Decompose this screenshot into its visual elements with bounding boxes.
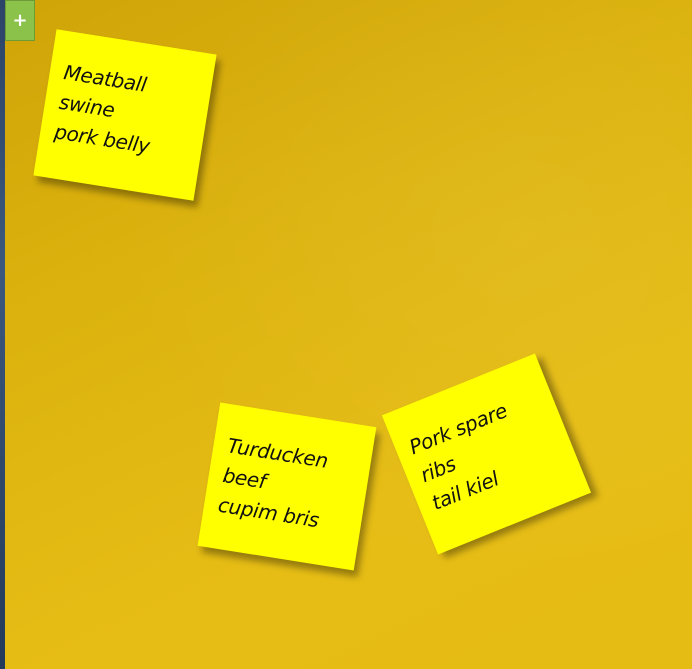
sticky-note-text[interactable]: Pork spare ribs tail kiel (405, 382, 568, 518)
sticky-note-text[interactable]: Turducken beef cupim bris (216, 430, 360, 540)
add-note-button[interactable]: + (5, 0, 35, 41)
sticky-note-text[interactable]: Meatball swine pork belly (52, 57, 200, 167)
sticky-note[interactable]: Turducken beef cupim bris (197, 402, 377, 571)
sticky-note[interactable]: Meatball swine pork belly (33, 29, 217, 201)
